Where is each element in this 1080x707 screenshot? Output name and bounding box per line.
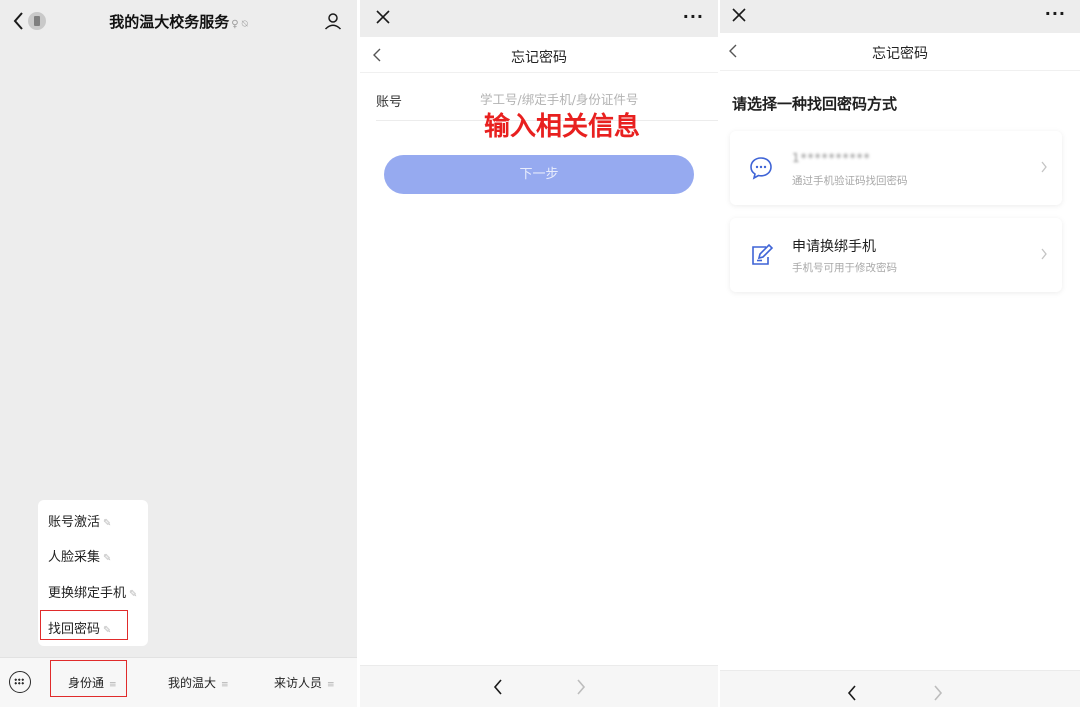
profile-icon[interactable] <box>323 11 343 31</box>
menu-item-face-capture[interactable]: 人脸采集 ✎ <box>48 546 111 565</box>
browser-forward-icon[interactable] <box>932 684 944 702</box>
menu-item-label: 账号激活 <box>48 515 101 530</box>
highlight-box-identity-tab <box>50 660 127 697</box>
menu-lines-icon: ≡ <box>327 680 335 690</box>
page-nav-bar: 忘记密码 <box>720 33 1080 71</box>
pencil-icon: ✎ <box>129 589 138 600</box>
chat-header: 我的温大校务服务 ♀ ⍉ <box>0 0 357 42</box>
highlight-box-recover-password <box>40 610 128 640</box>
account-label: 账号 <box>376 95 403 110</box>
page-title: 忘记密码 <box>872 46 928 62</box>
more-options-icon[interactable]: ··· <box>1045 4 1066 23</box>
menu-item-label: 更换绑定手机 <box>48 586 127 601</box>
option-description: 通过手机验证码找回密码 <box>792 175 908 187</box>
page-nav-bar: 忘记密码 <box>360 37 718 73</box>
menu-item-change-phone[interactable]: 更换绑定手机 ✎ <box>48 582 137 601</box>
browser-bottom-nav <box>720 670 1080 707</box>
close-icon[interactable] <box>730 6 748 24</box>
option-sms-verification[interactable]: 1********** 通过手机验证码找回密码 <box>730 131 1062 205</box>
next-step-button[interactable]: 下一步 <box>384 155 694 194</box>
browser-bottom-nav <box>360 665 718 707</box>
option-description: 手机号可用于修改密码 <box>792 262 897 274</box>
menu-item-label: 人脸采集 <box>48 550 101 565</box>
browser-back-icon[interactable] <box>492 678 504 696</box>
browser-back-icon[interactable] <box>846 684 858 702</box>
message-bubble-icon <box>750 157 772 180</box>
menu-tab-label: 我的温大 <box>168 676 217 690</box>
option-rebind-phone[interactable]: 申请换绑手机 手机号可用于修改密码 <box>730 218 1062 292</box>
chat-title-text: 我的温大校务服务 <box>109 13 230 31</box>
edit-document-icon <box>752 243 774 265</box>
menu-tab-my-wzu[interactable]: 我的温大 ≡ <box>168 674 229 691</box>
verified-and-mute-icon: ♀ ⍉ <box>231 19 248 30</box>
wechat-chat-panel: 我的温大校务服务 ♀ ⍉ 账号激活 ✎ 人脸采集 ✎ 更换绑定手机 ✎ 找回密码 ✎ 身份… <box>0 0 357 707</box>
chevron-right-icon <box>1041 161 1047 173</box>
menu-lines-icon: ≡ <box>221 680 229 690</box>
recovery-method-panel: ··· 忘记密码 请选择一种找回密码方式 1********** 通过手机验证码… <box>720 0 1080 707</box>
browser-forward-icon[interactable] <box>575 678 587 696</box>
webview-titlebar: ··· <box>360 0 718 37</box>
pencil-icon: ✎ <box>103 518 112 529</box>
more-options-icon[interactable]: ··· <box>683 7 704 26</box>
close-icon[interactable] <box>374 8 392 26</box>
choose-method-heading: 请选择一种找回密码方式 <box>732 95 898 113</box>
forgot-password-form-panel: ··· 忘记密码 账号 输入相关信息 下一步 <box>360 0 718 707</box>
menu-tab-label: 来访人员 <box>274 676 323 690</box>
keyboard-icon[interactable] <box>9 671 31 693</box>
masked-phone-number: 1********** <box>792 151 871 165</box>
menu-item-account-activation[interactable]: 账号激活 ✎ <box>48 511 111 530</box>
annotation-text: 输入相关信息 <box>484 112 641 142</box>
pencil-icon: ✎ <box>103 553 112 564</box>
chevron-right-icon <box>1041 248 1047 260</box>
menu-tab-visitors[interactable]: 来访人员 ≡ <box>274 674 335 691</box>
chat-title: 我的温大校务服务 ♀ ⍉ <box>0 11 357 32</box>
page-title: 忘记密码 <box>511 50 567 66</box>
option-title: 申请换绑手机 <box>792 239 876 255</box>
webview-titlebar: ··· <box>720 0 1080 33</box>
